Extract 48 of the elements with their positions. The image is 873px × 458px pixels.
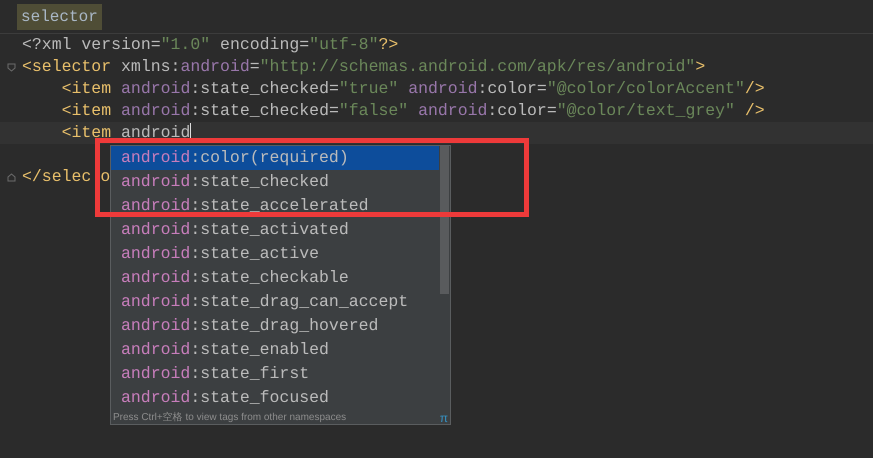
- completion-item[interactable]: android:state_activated: [111, 218, 439, 242]
- scrollbar-thumb[interactable]: [440, 146, 449, 294]
- code-text: ?>: [378, 34, 398, 56]
- completion-item[interactable]: android:state_checked: [111, 170, 439, 194]
- code-text: </selec: [22, 166, 92, 188]
- code-text: "@color/colorAccent": [546, 78, 745, 100]
- code-text: android: [121, 78, 190, 100]
- popup-hint: Press Ctrl+空格 to view tags from other namespaces: [113, 410, 346, 425]
- completion-item[interactable]: android:state_accelerated: [111, 194, 439, 218]
- code-text: "1.0": [160, 34, 210, 56]
- code-text: =: [250, 56, 260, 78]
- code-text: android: [121, 100, 190, 122]
- code-text: >: [695, 56, 706, 78]
- code-text: "false": [338, 100, 410, 122]
- completion-item[interactable]: android:state_enabled: [111, 338, 439, 362]
- code-text: android: [408, 78, 478, 100]
- code-text: android: [418, 100, 488, 122]
- completion-item[interactable]: android:state_focused: [111, 386, 439, 410]
- completion-item[interactable]: android:state_checkable: [111, 266, 439, 290]
- code-text: o: [100, 166, 110, 188]
- code-text: :color=: [487, 100, 557, 122]
- code-text: <item: [60, 78, 112, 100]
- pi-icon[interactable]: π: [440, 412, 448, 424]
- code-text: <?xml version=: [22, 34, 161, 56]
- completion-item[interactable]: android:state_first: [111, 362, 439, 386]
- code-text: "http://schemas.android.com/apk/res/android": [260, 56, 696, 78]
- code-text: />: [744, 100, 765, 122]
- code-text: <item: [60, 100, 112, 122]
- code-text: :state_checked=: [190, 100, 339, 122]
- code-text: <selector: [22, 56, 112, 78]
- code-text: />: [744, 78, 765, 100]
- completion-item[interactable]: android:color(required): [111, 146, 439, 170]
- completion-item[interactable]: android:state_active: [111, 242, 439, 266]
- completion-item[interactable]: android:state_drag_can_accept: [111, 290, 439, 314]
- fold-icon[interactable]: [6, 172, 16, 182]
- breadcrumb-tag[interactable]: selector: [17, 4, 102, 30]
- completion-item[interactable]: android:state_drag_hovered: [111, 314, 439, 338]
- code-text: <item: [60, 122, 112, 144]
- code-text: "true": [338, 78, 400, 100]
- code-text: encoding=: [219, 34, 310, 56]
- code-text: :state_checked=: [190, 78, 339, 100]
- code-text: android: [121, 122, 190, 144]
- code-text: "utf-8": [309, 34, 378, 56]
- code-text: xmlns:: [120, 56, 180, 78]
- code-text: android: [180, 56, 250, 78]
- fold-icon[interactable]: [6, 62, 16, 72]
- code-text: :color=: [478, 78, 547, 100]
- code-text: "@color/text_grey": [556, 100, 736, 122]
